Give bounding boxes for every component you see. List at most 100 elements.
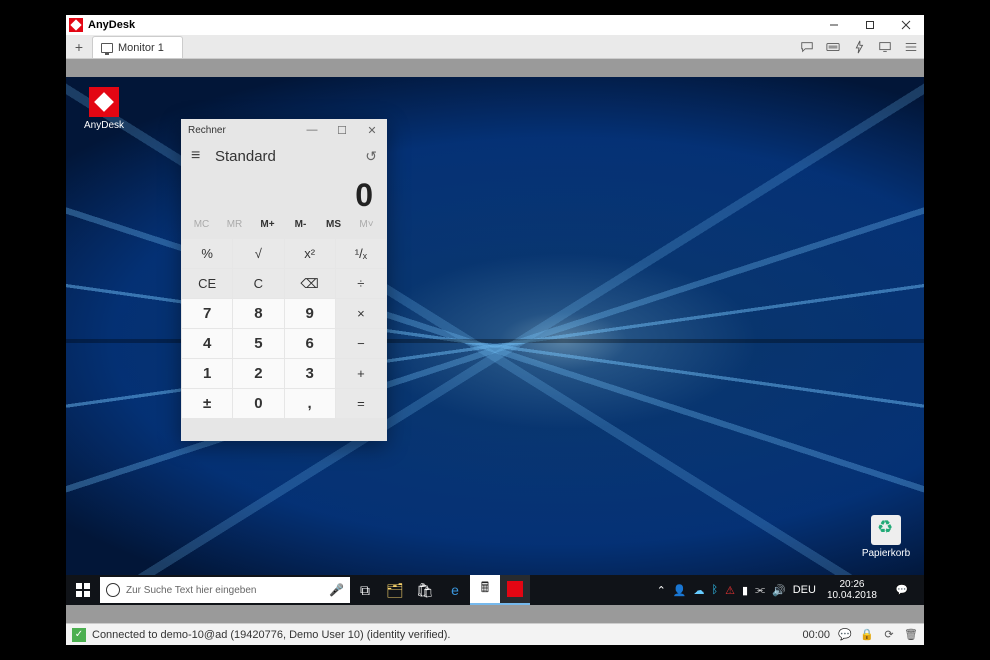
tray-wifi-icon[interactable]: ⫘ [755, 584, 765, 597]
menu-icon[interactable] [898, 36, 924, 58]
calc-titlebar: Rechner — ☐ ✕ [181, 119, 387, 141]
calc-key[interactable]: 3 [285, 359, 335, 388]
taskbar-search-input[interactable]: Zur Suche Text hier eingeben 🎤 [100, 577, 350, 603]
cortana-icon [106, 583, 120, 597]
system-tray: ⌃ 👤 ☁ ᛒ ⚠ ▮ ⫘ 🔊 DEU 20:26 10.04.2018 💬 [649, 575, 924, 605]
calc-mem-m˅[interactable]: M˅ [350, 219, 383, 239]
new-tab-button[interactable]: + [66, 36, 92, 58]
calc-key[interactable]: = [336, 389, 386, 418]
viewport-letterbox-top [66, 59, 924, 77]
calc-mem-mr[interactable]: MR [218, 219, 251, 239]
recycle-bin-icon [871, 515, 901, 545]
calc-history-icon[interactable]: ↺ [365, 148, 377, 165]
status-trash-icon[interactable]: 🗑 [904, 628, 918, 642]
taskbar-file-explorer-icon[interactable]: 🗂 [380, 575, 410, 605]
calc-close-button[interactable]: ✕ [357, 119, 387, 141]
tray-security-icon[interactable]: ⚠ [725, 584, 735, 597]
maximize-button[interactable] [852, 15, 888, 35]
calc-mode-label: Standard [215, 148, 276, 165]
desktop-icon-recycle-bin[interactable]: Papierkorb [856, 515, 916, 559]
tray-battery-icon[interactable]: ▮ [742, 584, 748, 597]
mic-icon[interactable]: 🎤 [329, 583, 344, 597]
calc-key[interactable]: + [336, 359, 386, 388]
calc-key[interactable]: ¹/ₓ [336, 239, 386, 268]
calc-key[interactable]: , [285, 389, 335, 418]
close-button[interactable] [888, 15, 924, 35]
taskbar-calculator-icon[interactable]: 🖩 [470, 575, 500, 605]
calc-mem-ms[interactable]: MS [317, 219, 350, 239]
calc-key[interactable]: 8 [233, 299, 283, 328]
calc-key[interactable]: % [182, 239, 232, 268]
calc-menu-icon[interactable]: ≡ [191, 147, 207, 165]
icon-label: AnyDesk [74, 120, 134, 131]
statusbar: ✓ Connected to demo-10@ad (19420776, Dem… [66, 623, 924, 645]
calc-mem-mc[interactable]: MC [185, 219, 218, 239]
calc-key[interactable]: 1 [182, 359, 232, 388]
calc-key[interactable]: x² [285, 239, 335, 268]
tab-monitor-1[interactable]: Monitor 1 [92, 36, 183, 58]
calc-minimize-button[interactable]: — [297, 119, 327, 141]
tray-onedrive-icon[interactable]: ☁ [694, 584, 705, 597]
calc-key[interactable]: − [336, 329, 386, 358]
calc-key[interactable]: ⌫ [285, 269, 335, 298]
calc-key[interactable]: 0 [233, 389, 283, 418]
calc-key[interactable]: 7 [182, 299, 232, 328]
status-sync-icon[interactable]: ⟳ [882, 628, 896, 642]
taskbar-anydesk-icon[interactable] [500, 575, 530, 605]
tray-people-icon[interactable]: 👤 [673, 584, 687, 597]
status-chat-icon[interactable]: 💬 [838, 628, 852, 642]
calc-key[interactable]: 9 [285, 299, 335, 328]
viewport-letterbox-bottom [66, 605, 924, 623]
tray-language[interactable]: DEU [793, 584, 816, 596]
calc-key[interactable]: × [336, 299, 386, 328]
taskbar-store-icon[interactable]: 🛍 [410, 575, 440, 605]
calc-memory-row: MCMRM+M-MSM˅ [181, 219, 387, 239]
calc-key[interactable]: 5 [233, 329, 283, 358]
tray-clock[interactable]: 20:26 10.04.2018 [823, 579, 881, 601]
calc-key[interactable]: CE [182, 269, 232, 298]
display-icon[interactable] [872, 36, 898, 58]
action-center-icon[interactable]: 💬 [888, 575, 916, 605]
calc-mem-m+[interactable]: M+ [251, 219, 284, 239]
calc-display: 0 [181, 171, 387, 219]
task-view-icon[interactable]: ⧉ [350, 575, 380, 605]
clock-date: 10.04.2018 [827, 590, 877, 601]
calc-key[interactable]: 6 [285, 329, 335, 358]
calculator-window: Rechner — ☐ ✕ ≡ Standard ↺ 0 MCMRM+M-MSM… [181, 119, 387, 441]
calc-key[interactable]: 2 [233, 359, 283, 388]
anydesk-app-window: AnyDesk + Monitor 1 AnyDesk Papier [66, 15, 924, 645]
session-time: 00:00 [802, 629, 830, 641]
status-lock-icon[interactable]: 🔒 [860, 628, 874, 642]
chat-icon[interactable] [794, 36, 820, 58]
taskbar-edge-icon[interactable]: e [440, 575, 470, 605]
calc-title: Rechner [188, 125, 226, 136]
tab-label: Monitor 1 [118, 42, 164, 54]
taskbar: Zur Suche Text hier eingeben 🎤 ⧉ 🗂 🛍 e 🖩… [66, 575, 924, 605]
anydesk-icon [89, 87, 119, 117]
tray-chevron-up-icon[interactable]: ⌃ [657, 584, 666, 597]
calc-mem-m-[interactable]: M- [284, 219, 317, 239]
remote-desktop[interactable]: AnyDesk Papierkorb Rechner — ☐ ✕ ≡ Stand… [66, 77, 924, 605]
icon-label: Papierkorb [856, 548, 916, 559]
calc-keypad: %√x²¹/ₓ CEC⌫÷ 789× 456− 123+ ±0,= [181, 239, 387, 419]
calc-key[interactable]: √ [233, 239, 283, 268]
tray-bluetooth-icon[interactable]: ᛒ [712, 584, 719, 596]
clock-time: 20:26 [827, 579, 877, 590]
titlebar: AnyDesk [66, 15, 924, 35]
actions-icon[interactable] [846, 36, 872, 58]
calc-maximize-button[interactable]: ☐ [327, 119, 357, 141]
search-placeholder: Zur Suche Text hier eingeben [126, 585, 256, 596]
anydesk-logo-icon [69, 18, 83, 32]
desktop-icon-anydesk[interactable]: AnyDesk [74, 87, 134, 131]
minimize-button[interactable] [816, 15, 852, 35]
calc-key[interactable]: C [233, 269, 283, 298]
keyboard-icon[interactable] [820, 36, 846, 58]
calc-key[interactable]: 4 [182, 329, 232, 358]
tray-volume-icon[interactable]: 🔊 [772, 584, 786, 597]
app-title: AnyDesk [88, 19, 135, 31]
status-text: Connected to demo-10@ad (19420776, Demo … [92, 629, 450, 641]
calc-key[interactable]: ± [182, 389, 232, 418]
calc-key[interactable]: ÷ [336, 269, 386, 298]
remote-viewport: AnyDesk Papierkorb Rechner — ☐ ✕ ≡ Stand… [66, 59, 924, 623]
start-button[interactable] [66, 575, 100, 605]
